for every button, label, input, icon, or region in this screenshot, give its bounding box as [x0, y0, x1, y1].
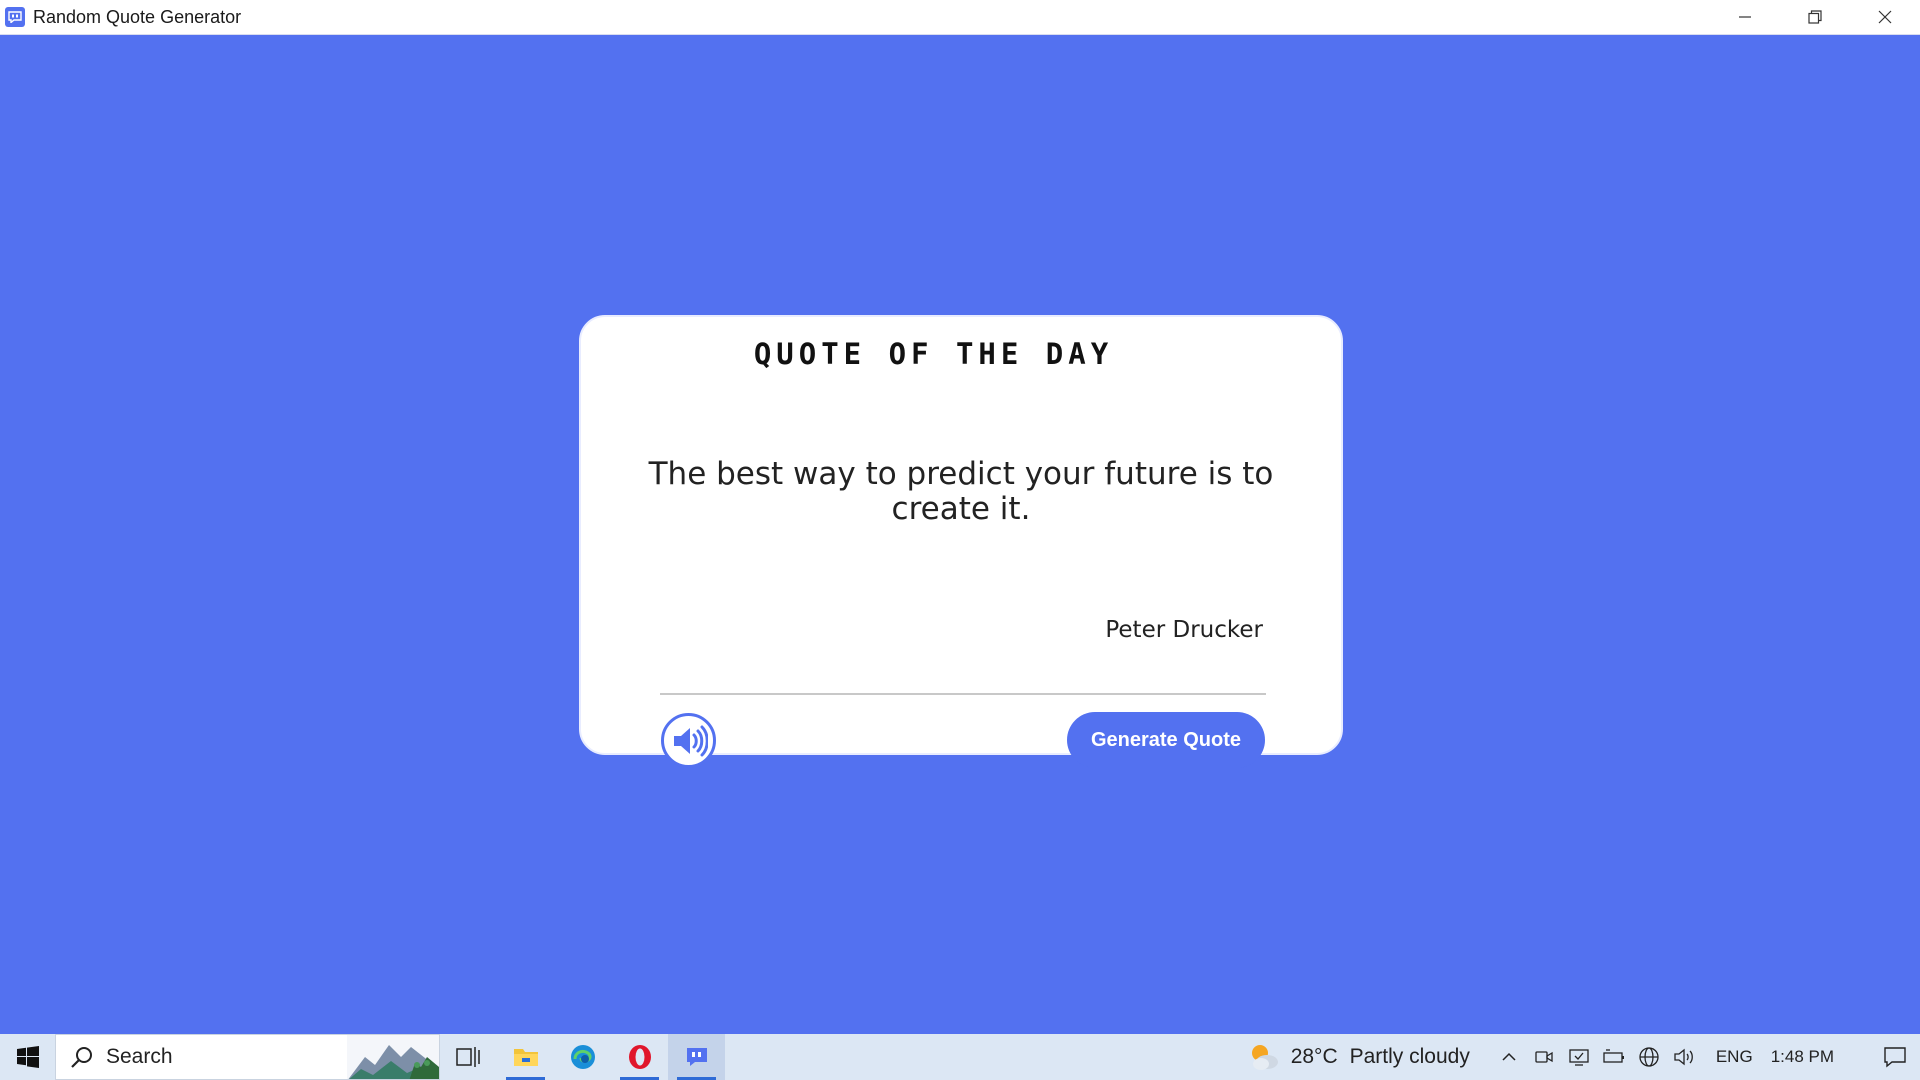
- partly-cloudy-icon: [1251, 1045, 1278, 1070]
- divider: [660, 693, 1266, 695]
- search-highlight-image: [347, 1035, 439, 1079]
- system-tray: 28°C Partly cloudy ENG 1:48 PM: [1247, 1034, 1920, 1080]
- file-explorer-button[interactable]: [497, 1034, 554, 1080]
- edge-browser-button[interactable]: [554, 1034, 611, 1080]
- file-explorer-icon: [513, 1049, 538, 1066]
- tray-volume-button[interactable]: [1667, 1034, 1702, 1080]
- quote-bubble-icon: [5, 7, 25, 27]
- minimize-button[interactable]: [1710, 0, 1780, 35]
- search-label: Search: [106, 1045, 173, 1068]
- notification-center-button[interactable]: [1870, 1034, 1920, 1080]
- clock[interactable]: 1:48 PM: [1771, 1047, 1834, 1067]
- windows-logo-icon: [16, 1046, 39, 1068]
- minimize-icon: [1739, 16, 1751, 18]
- task-view-icon: [455, 1047, 480, 1067]
- task-view-button[interactable]: [440, 1034, 497, 1080]
- tray-meet-button[interactable]: [1527, 1034, 1562, 1080]
- opera-icon: [628, 1045, 651, 1069]
- restore-icon: [1808, 10, 1822, 24]
- edge-icon: [570, 1045, 595, 1069]
- restore-button[interactable]: [1780, 0, 1850, 35]
- weather-widget[interactable]: 28°C Partly cloudy: [1247, 1040, 1470, 1074]
- globe-icon: [1639, 1047, 1659, 1067]
- window-title-bar: Random Quote Generator: [0, 0, 1920, 35]
- quote-text: The best way to predict your future is t…: [648, 456, 1274, 527]
- speaker-icon: [673, 725, 708, 756]
- close-button[interactable]: [1850, 0, 1920, 35]
- search-icon: [71, 1047, 92, 1068]
- quote-app-icon: [686, 1048, 707, 1066]
- opera-browser-button[interactable]: [611, 1034, 668, 1080]
- window-controls: [1710, 0, 1920, 35]
- app-background: QUOTE OF THE DAY The best way to predict…: [0, 35, 1920, 1034]
- monitor-icon: [1569, 1049, 1589, 1066]
- quote-card: QUOTE OF THE DAY The best way to predict…: [579, 315, 1343, 768]
- speak-button[interactable]: [661, 713, 716, 768]
- weather-condition: Partly cloudy: [1349, 1045, 1470, 1068]
- battery-icon: [1603, 1049, 1625, 1063]
- video-camera-icon: [1535, 1051, 1553, 1063]
- tray-battery-button[interactable]: [1597, 1034, 1632, 1080]
- start-button[interactable]: [0, 1034, 55, 1080]
- notification-icon: [1884, 1047, 1906, 1068]
- window-title: Random Quote Generator: [33, 6, 242, 27]
- weather-temperature: 28°C: [1290, 1045, 1338, 1068]
- taskbar-search-box[interactable]: Search: [55, 1034, 440, 1080]
- card-heading: QUOTE OF THE DAY: [753, 337, 1114, 371]
- tray-display-button[interactable]: [1562, 1034, 1597, 1080]
- quote-app-button[interactable]: [668, 1034, 725, 1080]
- quote-author: Peter Drucker: [1105, 617, 1263, 643]
- tray-network-button[interactable]: [1632, 1034, 1667, 1080]
- show-hidden-icons-button[interactable]: [1492, 1034, 1527, 1080]
- close-icon: [1878, 10, 1892, 24]
- chevron-up-icon: [1502, 1052, 1516, 1061]
- taskbar: Search 28°C Partly cloudy ENG 1:48 PM: [0, 1034, 1920, 1080]
- generate-quote-button[interactable]: Generate Quote: [1067, 712, 1265, 768]
- input-language[interactable]: ENG: [1716, 1047, 1753, 1067]
- volume-icon: [1674, 1048, 1694, 1066]
